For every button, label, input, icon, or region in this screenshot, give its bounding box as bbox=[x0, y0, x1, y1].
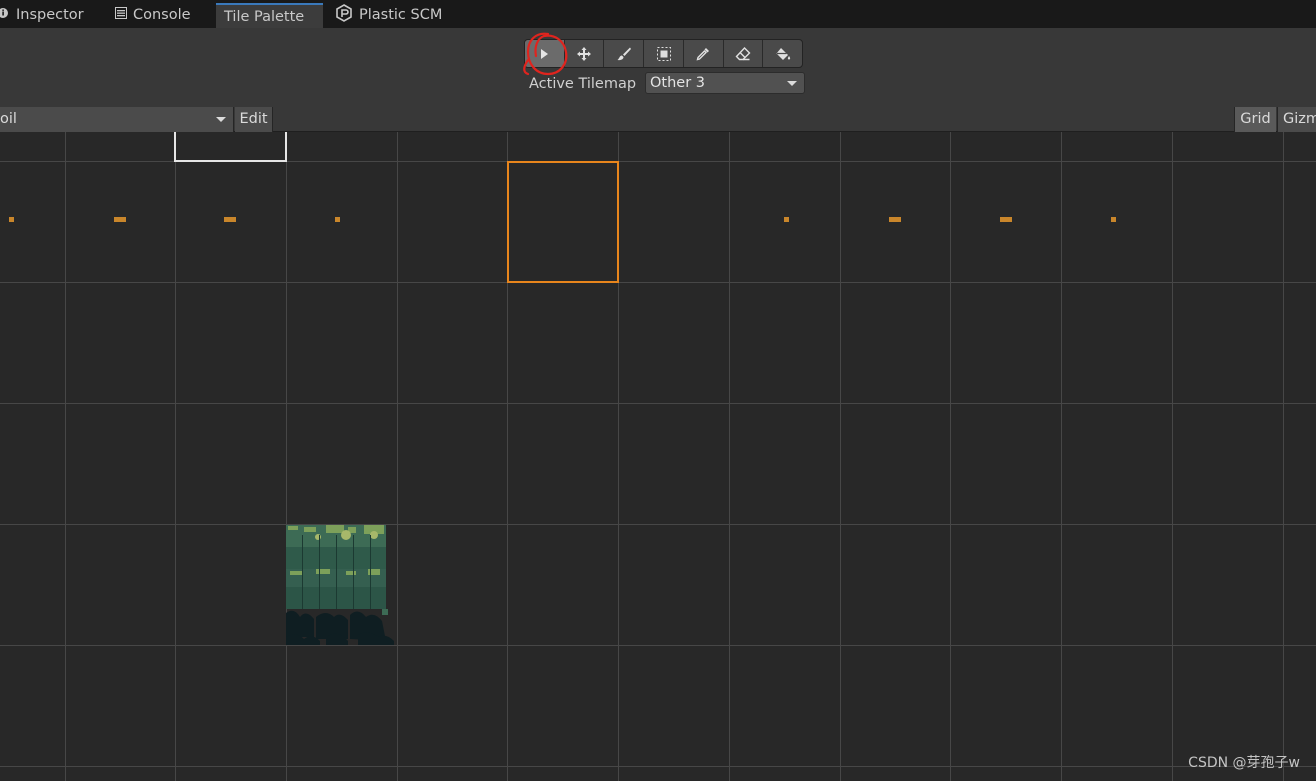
eyedropper-icon bbox=[696, 47, 710, 60]
active-tilemap-value: Other 3 bbox=[650, 75, 706, 91]
tab-tile-palette[interactable]: Tile Palette bbox=[216, 3, 323, 28]
active-tilemap-dropdown[interactable]: Other 3 bbox=[645, 72, 805, 94]
palette-bar: oil Edit Grid Gizm bbox=[0, 107, 1316, 132]
palette-tile[interactable] bbox=[1111, 217, 1116, 222]
paint-tool-button[interactable] bbox=[604, 40, 645, 67]
box-fill-icon bbox=[656, 46, 671, 61]
tab-label: Plastic SCM bbox=[359, 7, 443, 23]
tile-palette-canvas[interactable]: CSDN @芽孢子w bbox=[0, 132, 1316, 781]
tab-label: Inspector bbox=[16, 7, 84, 23]
palette-tile[interactable] bbox=[224, 217, 236, 222]
gizmos-toggle-button[interactable]: Gizm bbox=[1277, 107, 1316, 132]
palette-tile[interactable] bbox=[114, 217, 126, 222]
move-icon bbox=[577, 46, 592, 61]
brush-cursor-outline bbox=[174, 132, 287, 162]
paint-bucket-icon bbox=[776, 47, 790, 60]
palette-grid bbox=[0, 132, 1316, 781]
chevron-down-icon bbox=[787, 81, 797, 86]
paintbrush-icon bbox=[617, 47, 631, 60]
plastic-scm-icon bbox=[335, 4, 353, 26]
selected-tile-highlight bbox=[507, 161, 619, 283]
palette-tile[interactable] bbox=[889, 217, 901, 222]
tab-plastic-scm[interactable]: Plastic SCM bbox=[335, 2, 442, 28]
edit-palette-button[interactable]: Edit bbox=[235, 107, 273, 132]
flood-fill-tool-button[interactable] bbox=[763, 40, 802, 67]
box-fill-tool-button[interactable] bbox=[644, 40, 684, 67]
tool-button-group bbox=[524, 39, 803, 68]
move-tool-button[interactable] bbox=[565, 40, 605, 67]
eraser-icon bbox=[735, 46, 751, 60]
erase-tool-button[interactable] bbox=[724, 40, 764, 67]
tab-inspector[interactable]: Inspector bbox=[0, 2, 84, 28]
watermark: CSDN @芽孢子w bbox=[1188, 755, 1300, 771]
palette-dropdown[interactable]: oil bbox=[0, 107, 234, 132]
grid-toggle-button[interactable]: Grid bbox=[1234, 107, 1276, 132]
palette-tile[interactable] bbox=[1000, 217, 1012, 222]
tab-console[interactable]: Console bbox=[115, 2, 191, 28]
tab-label: Console bbox=[133, 7, 191, 23]
select-arrow-icon bbox=[541, 48, 549, 59]
palette-value: oil bbox=[0, 111, 17, 127]
tab-label: Tile Palette bbox=[224, 8, 305, 25]
active-tilemap-label: Active Tilemap bbox=[529, 76, 637, 92]
palette-tile[interactable] bbox=[9, 217, 14, 222]
palette-tile[interactable] bbox=[784, 217, 789, 222]
window-tab-bar: Inspector Console Tile Palette Plastic S… bbox=[0, 0, 1316, 28]
tileset-sprite[interactable] bbox=[286, 525, 396, 645]
info-icon bbox=[0, 7, 10, 23]
palette-tile[interactable] bbox=[335, 217, 340, 222]
chevron-down-icon bbox=[216, 117, 226, 122]
pick-tool-button[interactable] bbox=[684, 40, 724, 67]
console-icon bbox=[115, 7, 127, 23]
select-tool-button[interactable] bbox=[525, 40, 565, 67]
